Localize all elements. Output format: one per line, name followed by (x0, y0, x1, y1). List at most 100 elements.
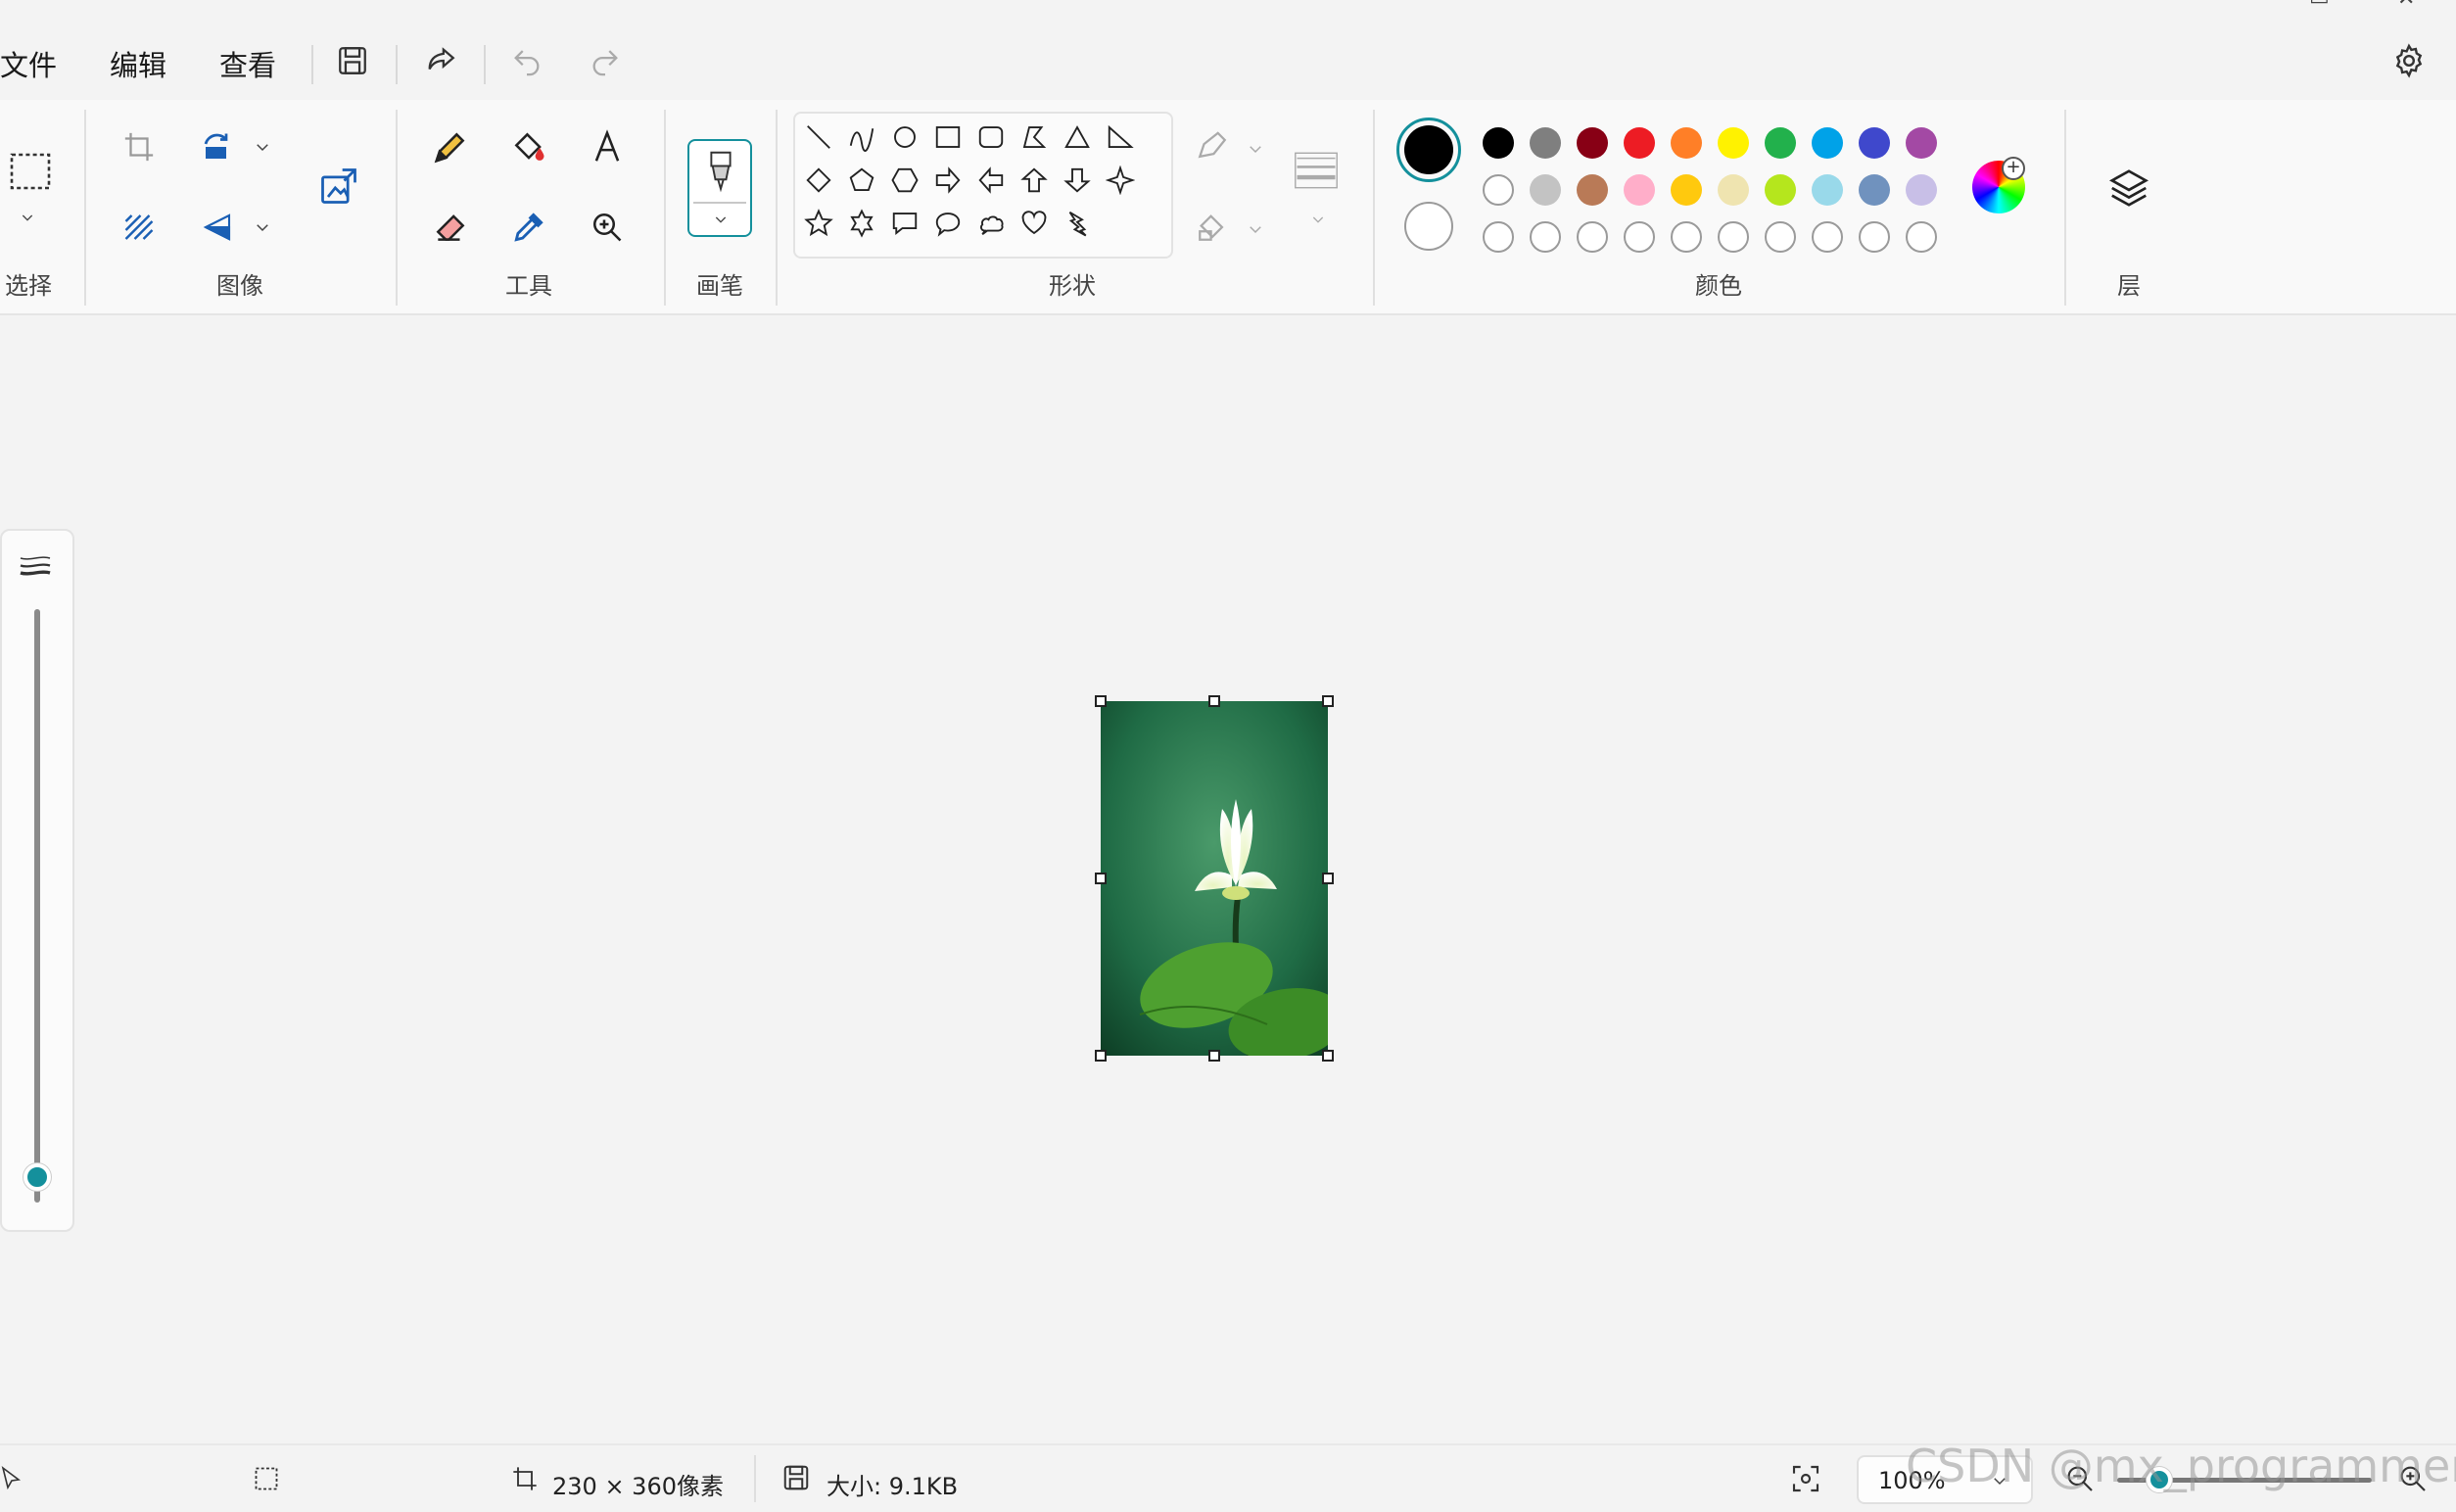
color-picker-icon[interactable] (503, 202, 554, 253)
undo-icon[interactable] (505, 39, 548, 82)
menu-view[interactable]: 查看 (219, 43, 276, 84)
primary-color[interactable] (1396, 118, 1461, 182)
color-swatch[interactable] (1812, 174, 1843, 206)
custom-color-slot[interactable] (1718, 221, 1749, 253)
shape-pentagon-icon[interactable] (840, 159, 883, 202)
rotate-icon[interactable] (192, 121, 243, 172)
color-swatch[interactable] (1530, 127, 1561, 159)
maximize-icon[interactable]: ▭ (2309, 0, 2330, 11)
resize-handle-top-left[interactable] (1095, 695, 1107, 707)
shape-arrow-down-icon[interactable] (1056, 159, 1099, 202)
menu-file[interactable]: 文件 (0, 43, 57, 84)
select-tool[interactable] (4, 143, 59, 202)
shape-line-icon[interactable] (797, 116, 840, 159)
line-width-icon[interactable] (1291, 145, 1342, 196)
color-swatch[interactable] (1530, 174, 1561, 206)
color-swatch[interactable] (1577, 127, 1608, 159)
shape-star4-icon[interactable] (1099, 159, 1142, 202)
resize-handle-top[interactable] (1208, 695, 1220, 707)
custom-color-slot[interactable] (1906, 221, 1937, 253)
color-swatch[interactable] (1906, 127, 1937, 159)
color-swatch[interactable] (1671, 174, 1702, 206)
shape-callout-rect-icon[interactable] (883, 202, 926, 245)
text-icon[interactable] (582, 121, 633, 172)
fill-shape-icon[interactable] (1187, 202, 1238, 253)
close-icon[interactable]: ✕ (2397, 0, 2415, 11)
flip-dropdown-chevron-icon[interactable] (251, 215, 274, 239)
color-swatch[interactable] (1624, 174, 1655, 206)
shape-callout-oval-icon[interactable] (926, 202, 969, 245)
menu-edit[interactable]: 编辑 (110, 43, 166, 84)
brush-dropdown-chevron-icon[interactable] (709, 208, 732, 231)
settings-icon[interactable] (2387, 39, 2431, 82)
resize-handle-bottom[interactable] (1208, 1050, 1220, 1062)
eraser-icon[interactable] (425, 202, 476, 253)
color-swatch[interactable] (1906, 174, 1937, 206)
custom-color-slot[interactable] (1671, 221, 1702, 253)
shape-arrow-left-icon[interactable] (969, 159, 1013, 202)
shape-diamond-icon[interactable] (797, 159, 840, 202)
resize-handle-top-right[interactable] (1322, 695, 1334, 707)
shape-star6-icon[interactable] (840, 202, 883, 245)
fill-dropdown-chevron-icon[interactable] (1244, 217, 1267, 241)
color-swatch[interactable] (1765, 174, 1796, 206)
shape-oval-icon[interactable] (883, 116, 926, 159)
color-swatch[interactable] (1859, 127, 1890, 159)
color-swatch[interactable] (1483, 127, 1514, 159)
shape-rounded-rectangle-icon[interactable] (969, 116, 1013, 159)
layers-icon[interactable] (2102, 161, 2156, 215)
crop-icon[interactable] (114, 121, 165, 172)
shape-callout-cloud-icon[interactable] (969, 202, 1013, 245)
canvas-image[interactable] (1095, 695, 1334, 1062)
remove-background-icon[interactable] (114, 202, 165, 253)
shape-star5-icon[interactable] (797, 202, 840, 245)
pencil-icon[interactable] (425, 121, 476, 172)
color-swatch[interactable] (1577, 174, 1608, 206)
resize-image-icon[interactable] (313, 161, 364, 212)
brush-size-track[interactable] (34, 609, 40, 1203)
color-swatch[interactable] (1718, 174, 1749, 206)
custom-color-slot[interactable] (1577, 221, 1608, 253)
shape-arrow-up-icon[interactable] (1013, 159, 1056, 202)
resize-handle-left[interactable] (1095, 873, 1107, 884)
shape-polygon-icon[interactable] (1013, 116, 1056, 159)
outline-dropdown-chevron-icon[interactable] (1244, 137, 1267, 161)
color-swatch[interactable] (1483, 174, 1514, 206)
color-swatch[interactable] (1859, 174, 1890, 206)
shape-rectangle-icon[interactable] (926, 116, 969, 159)
custom-color-slot[interactable] (1765, 221, 1796, 253)
color-swatch[interactable] (1624, 127, 1655, 159)
brush-size-thumb[interactable] (24, 1163, 51, 1191)
color-swatch[interactable] (1765, 127, 1796, 159)
flip-icon[interactable] (192, 202, 243, 253)
rotate-dropdown-chevron-icon[interactable] (251, 135, 274, 159)
redo-icon[interactable] (584, 39, 627, 82)
custom-color-slot[interactable] (1812, 221, 1843, 253)
shape-lightning-icon[interactable] (1056, 202, 1099, 245)
select-dropdown-chevron-icon[interactable] (16, 206, 39, 229)
shape-triangle-icon[interactable] (1056, 116, 1099, 159)
shape-heart-icon[interactable] (1013, 202, 1056, 245)
fill-bucket-icon[interactable] (503, 121, 554, 172)
custom-color-slot[interactable] (1483, 221, 1514, 253)
brush-selector[interactable] (687, 139, 752, 237)
custom-color-slot[interactable] (1624, 221, 1655, 253)
color-swatch[interactable] (1718, 127, 1749, 159)
shape-arrow-right-icon[interactable] (926, 159, 969, 202)
resize-handle-right[interactable] (1322, 873, 1334, 884)
fit-to-window-icon[interactable] (1790, 1463, 1823, 1496)
resize-handle-bottom-left[interactable] (1095, 1050, 1107, 1062)
save-icon[interactable] (331, 39, 374, 82)
color-swatch[interactable] (1812, 127, 1843, 159)
resize-handle-bottom-right[interactable] (1322, 1050, 1334, 1062)
share-icon[interactable] (419, 39, 462, 82)
shape-hexagon-icon[interactable] (883, 159, 926, 202)
color-swatch[interactable] (1671, 127, 1702, 159)
shape-right-triangle-icon[interactable] (1099, 116, 1142, 159)
outline-icon[interactable] (1187, 121, 1238, 172)
shape-curve-icon[interactable] (840, 116, 883, 159)
secondary-color[interactable] (1404, 202, 1453, 251)
line-width-dropdown-chevron-icon[interactable] (1306, 208, 1330, 231)
custom-color-slot[interactable] (1530, 221, 1561, 253)
edit-colors-icon[interactable]: + (1972, 157, 2025, 213)
